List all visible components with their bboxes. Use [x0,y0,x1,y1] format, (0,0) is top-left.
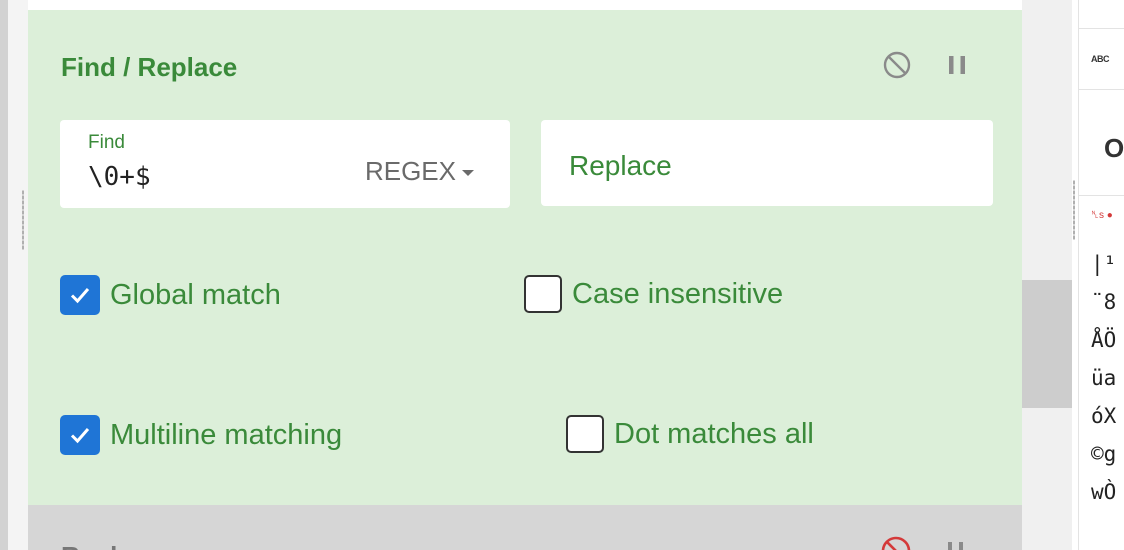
operation-title: Find / Replace [61,52,238,82]
find-label: Find [88,132,125,153]
output-line: ©g [1091,442,1117,466]
resize-handle-right[interactable] [1073,180,1075,240]
global-match-option[interactable]: Global match [60,275,281,315]
output-toolbar: ABC [1079,28,1124,90]
find-input[interactable]: \0+$ [88,162,151,192]
dot-matches-all-option[interactable]: Dot matches all [566,415,814,453]
caret-down-icon [462,169,474,176]
pause-icon [949,56,965,74]
ban-icon [881,536,911,550]
dot-matches-all-label: Dot matches all [614,417,814,450]
case-insensitive-checkbox[interactable] [524,275,562,313]
output-text[interactable]: |¹ ¨8 ÅÖ üa óX ©g wÒ [1091,245,1116,511]
next-operation-title: Repl… [61,541,143,550]
output-line: üa [1091,366,1117,390]
scrollbar-thumb[interactable] [1022,280,1072,408]
multiline-matching-label: Multiline matching [110,418,343,451]
pause-icon [948,542,963,550]
check-icon [70,428,90,444]
left-gutter [8,0,28,550]
abc-icon[interactable]: ABC [1091,54,1110,64]
left-panel-edge [0,0,8,550]
find-mode-value: REGEX [364,156,456,186]
replace-input[interactable]: Replace [569,150,672,182]
output-pane: ABC O ␤s ● |¹ ¨8 ÅÖ üa óX ©g wÒ [1078,0,1124,550]
multiline-matching-option[interactable]: Multiline matching [60,415,342,455]
next-disable-button[interactable] [880,535,912,550]
disable-operation-button[interactable] [880,48,914,82]
case-insensitive-label: Case insensitive [572,277,784,310]
case-insensitive-option[interactable]: Case insensitive [524,275,783,313]
replace-field[interactable]: Replace [541,120,993,206]
dot-matches-all-checkbox[interactable] [566,415,604,453]
output-status-marker: ␤s ● [1091,210,1113,221]
output-line: ÅÖ [1091,328,1117,352]
output-divider [1079,195,1124,196]
check-icon [70,288,90,304]
global-match-label: Global match [110,278,281,311]
find-field[interactable]: Find \0+$ REGEX [60,120,510,208]
output-line: |¹ [1091,252,1117,276]
output-line: óX [1091,404,1117,428]
multiline-matching-checkbox[interactable] [60,415,100,455]
global-match-checkbox[interactable] [60,275,100,315]
next-operation-card: Repl… [28,505,1022,550]
output-line: wÒ [1091,480,1117,504]
output-line: ¨8 [1091,290,1117,314]
resize-handle-left[interactable] [22,190,24,250]
output-title: O [1104,133,1124,163]
ban-icon [883,51,911,79]
breakpoint-button[interactable] [940,48,974,82]
find-replace-operation: Find / Replace Find \0+$ REGEX Replace G… [28,10,1022,505]
recipe-scrollbar[interactable] [1022,0,1072,550]
next-breakpoint-button[interactable] [943,539,969,550]
find-mode-dropdown[interactable]: REGEX [365,156,474,187]
